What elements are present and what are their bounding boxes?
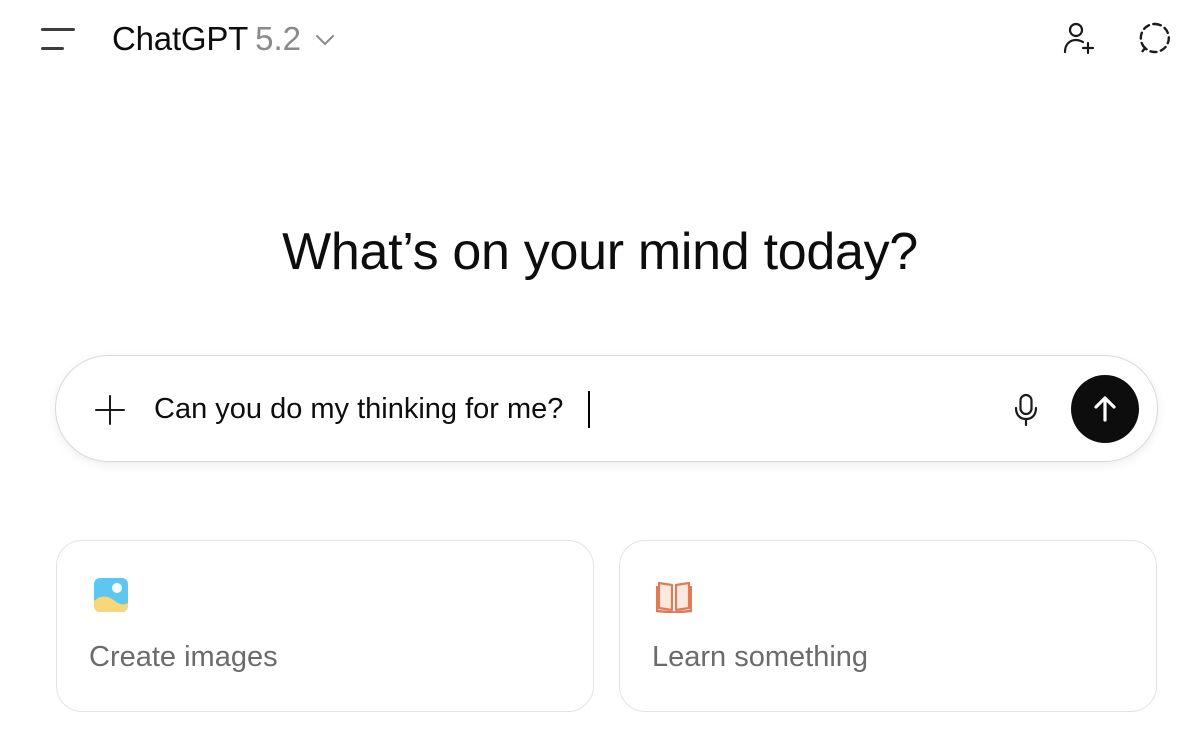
temporary-chat-icon [1139, 22, 1170, 54]
menu-line [41, 47, 64, 50]
menu-icon[interactable] [38, 22, 80, 56]
model-selector[interactable]: ChatGPT 5.2 [112, 16, 336, 62]
model-name: ChatGPT [112, 20, 249, 57]
card-label: Learn something [652, 641, 869, 673]
chevron-down-icon [316, 35, 335, 45]
send-button[interactable] [1071, 375, 1139, 443]
plus-bar [108, 395, 111, 425]
add-user-button[interactable] [1057, 16, 1101, 60]
microphone-button[interactable] [1006, 390, 1046, 430]
plus-icon[interactable] [90, 390, 130, 430]
prompt-input[interactable] [154, 386, 974, 432]
suggestion-card-learn-something[interactable]: Learn something [619, 540, 1157, 712]
menu-line [41, 28, 75, 31]
text-caret [588, 391, 590, 428]
composer [55, 355, 1158, 462]
temporary-chat-button[interactable] [1133, 16, 1177, 60]
microphone-icon [1014, 393, 1038, 427]
add-user-icon [1063, 22, 1095, 55]
card-label: Create images [89, 641, 278, 673]
model-version: 5.2 [255, 20, 302, 57]
chatgpt-home: ChatGPT 5.2 What’s on your mind today? C… [0, 0, 1200, 729]
suggestion-card-create-images[interactable]: Create images [56, 540, 594, 712]
arrow-up-icon [1094, 396, 1116, 422]
page-heading: What’s on your mind today? [282, 223, 918, 281]
book-icon [656, 581, 692, 613]
image-icon [94, 578, 128, 612]
